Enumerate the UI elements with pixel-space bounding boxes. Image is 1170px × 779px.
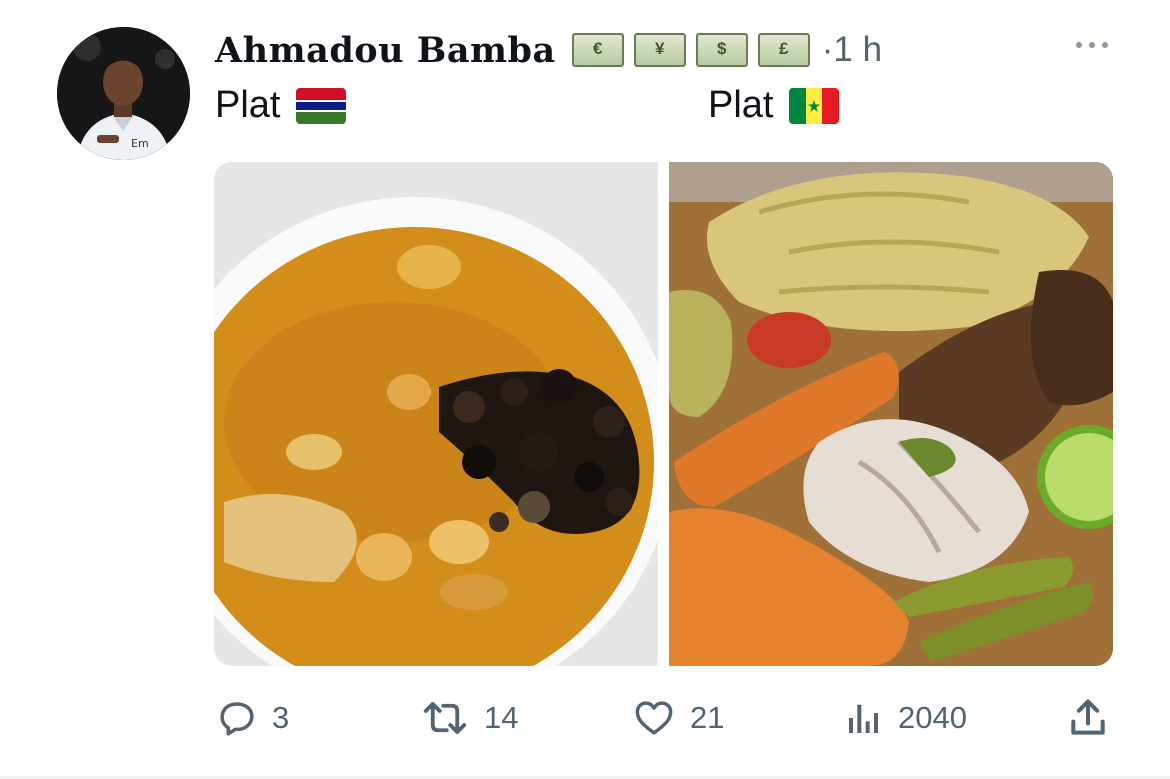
- caption-right-text: Plat: [708, 84, 774, 126]
- caption-left: Plat: [215, 84, 347, 127]
- repost-count: 14: [484, 700, 519, 735]
- yen-badge: ¥: [654, 39, 665, 58]
- views-count: 2040: [898, 700, 967, 735]
- gambian-dish-photo[interactable]: [214, 162, 658, 666]
- avatar-image: Em: [57, 27, 190, 160]
- timestamp-value: 1 h: [833, 30, 883, 69]
- post-header: Ahmadou Bamba € ¥ $ £ ·1 h: [215, 28, 882, 72]
- euro-bill-icon: €: [571, 33, 624, 67]
- views-icon: [849, 704, 878, 733]
- more-dot: [1076, 42, 1082, 48]
- media-divider: [658, 162, 669, 666]
- like-count: 21: [690, 700, 725, 735]
- heart-icon: [635, 701, 673, 735]
- senegalese-dish-photo[interactable]: [669, 162, 1113, 666]
- reply-count: 3: [272, 700, 290, 735]
- post-media[interactable]: [214, 162, 1113, 666]
- caption-left-text: Plat: [215, 84, 281, 126]
- repost-button[interactable]: 14: [420, 688, 518, 748]
- dollar-bill-icon: $: [695, 33, 748, 67]
- yen-bill-icon: ¥: [633, 33, 686, 67]
- repost-icon: [423, 702, 467, 734]
- senegal-flag-icon: [789, 87, 840, 124]
- pound-bill-icon: £: [757, 33, 810, 67]
- more-icon[interactable]: [1076, 42, 1108, 48]
- reply-icon: [220, 702, 254, 736]
- dollar-badge: $: [716, 39, 727, 58]
- money-badges: € ¥ $ £: [571, 33, 810, 67]
- views-button[interactable]: 2040: [844, 688, 967, 748]
- more-dot: [1089, 42, 1095, 48]
- share-icon: [1071, 699, 1105, 735]
- caption-right: Plat: [708, 84, 840, 127]
- share-button[interactable]: [1066, 688, 1124, 748]
- like-button[interactable]: 21: [632, 688, 724, 748]
- euro-badge: €: [592, 39, 603, 58]
- timestamp-separator: ·: [821, 30, 834, 69]
- avatar[interactable]: Em: [57, 27, 190, 160]
- reply-button[interactable]: 3: [216, 688, 289, 748]
- author-name[interactable]: Ahmadou Bamba: [215, 30, 556, 71]
- svg-text:Em: Em: [131, 137, 149, 150]
- gambia-flag-icon: [296, 87, 347, 124]
- pound-badge: £: [778, 39, 789, 58]
- more-dot: [1102, 42, 1108, 48]
- post-timestamp[interactable]: ·1 h: [822, 30, 882, 70]
- action-bar: 3 14 21 2040: [0, 688, 1170, 748]
